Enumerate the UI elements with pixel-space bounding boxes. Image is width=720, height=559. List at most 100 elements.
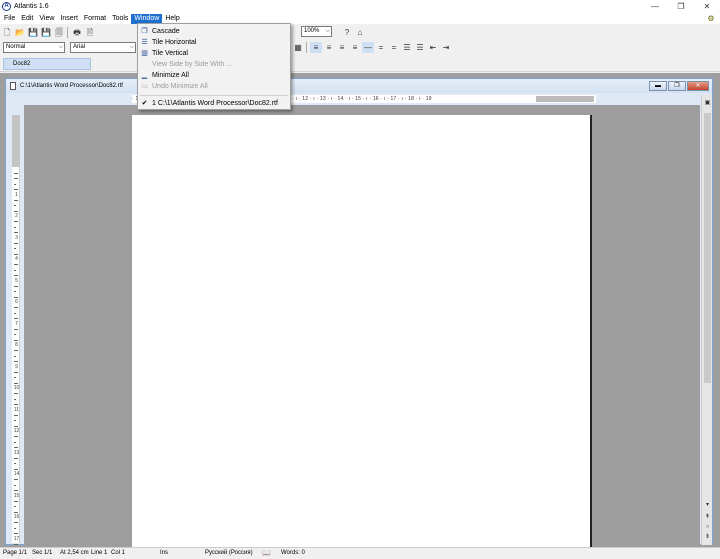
previous-page-icon[interactable]: ⇞ [703, 513, 712, 521]
options-icon[interactable]: ⚙ [706, 14, 716, 23]
next-page-icon[interactable]: ⇟ [703, 533, 712, 541]
menu-item-minimize-all[interactable]: ▁ Minimize All [138, 70, 290, 81]
ruler-tick [14, 339, 18, 341]
new-document-icon[interactable]: 🗋 [1, 27, 13, 38]
home-icon[interactable]: ⌂ [354, 27, 366, 38]
vertical-ruler[interactable]: 1 2 3 4 5 6 7 8 9 10 11 12 13 14 15 16 17 [12, 115, 20, 556]
tab-label: Doc82 [13, 61, 31, 67]
minimize-button[interactable]: — [642, 0, 668, 13]
bullets-icon[interactable]: ☰ [401, 42, 413, 53]
align-center-icon[interactable]: ≡ [323, 42, 335, 53]
ruler-tick [14, 447, 18, 449]
status-position: At 2,54 cm [60, 550, 89, 556]
status-bar: Page 1/1 Sec 1/1 At 2,54 cm Line 1 Col 1… [0, 547, 720, 559]
style-combo[interactable]: Normal ⌵ [3, 42, 65, 53]
line-spacing-1-5-icon[interactable]: = [375, 42, 387, 53]
ruler-tick [14, 285, 18, 287]
ruler-tick [14, 199, 18, 201]
status-section: Sec 1/1 [32, 550, 53, 556]
status-language[interactable]: Русский (Россия) [205, 548, 253, 559]
undo-minimize-icon: ▭ [141, 83, 148, 90]
tab-doc82[interactable]: Doc82 [3, 58, 91, 70]
indent-icon[interactable]: ⇥ [440, 42, 452, 53]
menu-help[interactable]: Help [162, 14, 182, 24]
ruler-tick [14, 264, 18, 266]
numbering-icon[interactable]: ☰ [414, 42, 426, 53]
line-spacing-double-icon[interactable]: = [388, 42, 400, 53]
print-icon[interactable]: 🖶 [71, 27, 83, 38]
menu-tools[interactable]: Tools [109, 14, 131, 24]
scrollbar-thumb[interactable] [704, 113, 711, 383]
ruler-tick [14, 404, 18, 406]
tile-vertical-icon: ▥ [141, 50, 148, 57]
mdi-workspace: C:\1\Atlantis Word Processor\Doc82.rtf ▬… [0, 73, 720, 556]
menu-edit[interactable]: Edit [18, 14, 36, 24]
ruler-tick [14, 253, 18, 255]
font-value: Arial [73, 44, 86, 50]
doc-restore-button[interactable]: ❐ [668, 81, 686, 91]
menu-item-open-document[interactable]: ✔ 1 C:\1\Atlantis Word Processor\Doc82.r… [138, 98, 290, 109]
ruler-tick [14, 210, 18, 212]
vertical-scrollbar[interactable]: ▣ ▾ ⇞ ○ ⇟ [701, 95, 712, 545]
title-bar: A Atlantis 1.6 — ❐ ✕ [0, 0, 720, 13]
menu-item-tile-vertical[interactable]: ▥ Tile Vertical [138, 48, 290, 59]
ruler-tick [14, 393, 18, 395]
print-preview-icon[interactable]: 🗐 [53, 27, 65, 38]
page-layout-icon[interactable]: ▣ [703, 99, 712, 107]
ruler-tick [14, 178, 18, 180]
status-page: Page 1/1 [3, 550, 28, 556]
outdent-icon[interactable]: ⇤ [427, 42, 439, 53]
ruler-tick [14, 490, 18, 492]
align-right-icon[interactable]: ≡ [336, 42, 348, 53]
ruler-number: 16 [13, 514, 20, 520]
status-mode[interactable]: Ins [160, 548, 168, 559]
doc-minimize-button[interactable]: ▬ [649, 81, 667, 91]
doc-close-button[interactable]: ✕ [687, 81, 709, 91]
menu-format[interactable]: Format [81, 14, 109, 24]
app-logo-icon: A [2, 2, 11, 11]
ruler-number: 10 [13, 385, 20, 391]
ruler-number: 7 [15, 320, 18, 327]
menu-item-label: Cascade [152, 28, 180, 35]
menu-item-label: Tile Vertical [152, 50, 188, 57]
close-button[interactable]: ✕ [694, 0, 720, 13]
table-icon[interactable]: ▦ [292, 42, 304, 53]
scroll-down-icon[interactable]: ▾ [703, 501, 712, 509]
menu-insert[interactable]: Insert [57, 14, 81, 24]
ruler-tick [14, 398, 16, 400]
line-spacing-single-icon[interactable]: — [362, 42, 374, 53]
menu-item-label: View Side by Side With ... [152, 61, 233, 68]
menu-window[interactable]: Window [131, 13, 163, 24]
document-window-title-bar[interactable]: C:\1\Atlantis Word Processor\Doc82.rtf ▬… [6, 79, 712, 93]
ruler-tick [14, 328, 18, 330]
menu-view[interactable]: View [36, 14, 57, 24]
ruler-number: 14 [13, 471, 20, 477]
ruler-tick [14, 463, 16, 465]
document-page[interactable] [132, 115, 592, 547]
menu-item-tile-horizontal[interactable]: ☰ Tile Horizontal [138, 37, 290, 48]
save-icon[interactable]: 💾 [27, 27, 39, 38]
ruler-number: 12 [13, 428, 20, 434]
align-left-icon[interactable]: ≡ [310, 42, 322, 53]
zoom-combo[interactable]: 100% ⌵ [301, 26, 332, 37]
ruler-tick [14, 361, 18, 363]
ruler-number: 17 [13, 535, 20, 542]
ruler-tick [14, 242, 18, 244]
ruler-tick [14, 436, 18, 438]
document-window-title: C:\1\Atlantis Word Processor\Doc82.rtf [20, 83, 123, 89]
ruler-tick [14, 189, 18, 191]
justify-icon[interactable]: ≡ [349, 42, 361, 53]
ruler-tick [14, 221, 18, 223]
menu-item-cascade[interactable]: ❐ Cascade [138, 26, 290, 37]
ruler-number: 11 [13, 406, 20, 413]
open-icon[interactable]: 📂 [14, 27, 26, 38]
ruler-tick [14, 527, 16, 529]
save-all-icon[interactable]: 💾 [40, 27, 52, 38]
preview-icon[interactable]: 🖹 [84, 27, 96, 38]
help-icon[interactable]: ? [341, 27, 353, 38]
menu-file[interactable]: File [1, 14, 18, 24]
restore-button[interactable]: ❐ [668, 0, 694, 13]
ruler-tick [14, 296, 18, 298]
font-combo[interactable]: Arial ⌵ [70, 42, 136, 53]
browse-object-icon[interactable]: ○ [703, 523, 712, 531]
